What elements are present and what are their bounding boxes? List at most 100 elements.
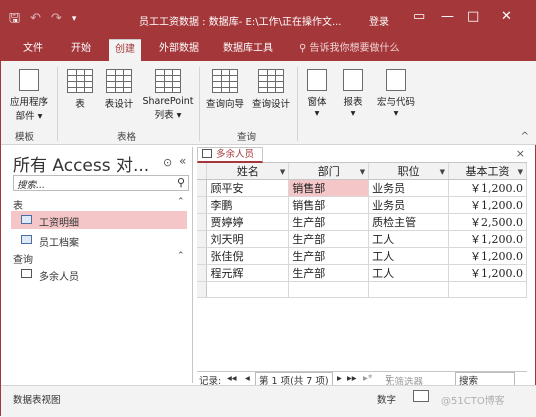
cell[interactable]: 生产部 (288, 264, 370, 282)
undo-icon[interactable]: ↶ (30, 12, 41, 26)
nav-menu-chevron-icon[interactable]: ⊙ (163, 156, 172, 169)
close-document-icon[interactable]: × (516, 147, 525, 160)
query-design-button[interactable]: 查询设计 (249, 69, 293, 110)
next-record-icon[interactable]: ▸ (337, 373, 342, 384)
cell[interactable] (206, 281, 290, 298)
row-selector[interactable] (197, 247, 208, 265)
datasheet-view-icon[interactable] (413, 390, 429, 402)
cell[interactable]: ￥1,200.0 (448, 196, 527, 214)
cell[interactable]: 业务员 (368, 196, 450, 214)
previous-record-icon[interactable]: ◂ (245, 373, 250, 384)
nav-title[interactable]: 所有 Access 对... (13, 151, 149, 176)
cell[interactable]: 质检主管 (368, 213, 450, 231)
sort-dropdown-icon[interactable]: ▼ (518, 168, 523, 176)
tell-me-box[interactable]: ⚲ 告诉我你想要做什么 (293, 39, 406, 61)
collapse-section-icon[interactable]: ⌃ (177, 251, 185, 261)
row-selector[interactable] (197, 213, 208, 231)
tab-external-data[interactable]: 外部数据 (153, 39, 205, 61)
sort-dropdown-icon[interactable]: ▼ (360, 168, 365, 176)
cell[interactable]: 工人 (368, 264, 450, 282)
qat-dropdown-icon[interactable]: ▾ (72, 12, 77, 26)
table-design-button[interactable]: 表设计 (99, 69, 139, 110)
collapse-ribbon-icon[interactable]: ^ (521, 131, 529, 142)
cell[interactable]: 生产部 (288, 213, 370, 231)
select-all-corner[interactable] (197, 163, 208, 180)
datasheet-table: 姓名 ▼ 部门 ▼ 职位 ▼ 基本工资 ▼ 顾平安 销售部 业务员 ￥1,200.0 李… (197, 163, 527, 298)
minimize-button[interactable]: — (441, 9, 454, 24)
cell[interactable]: 贾婷婷 (206, 213, 290, 231)
first-record-icon[interactable]: ◂◂ (227, 373, 237, 384)
report-button[interactable]: 报表 ▾ (337, 69, 369, 119)
cell[interactable]: 张佳倪 (206, 247, 290, 265)
column-header-department[interactable]: 部门 ▼ (288, 163, 370, 180)
cell[interactable]: ￥1,200.0 (448, 230, 527, 248)
cell[interactable]: 生产部 (288, 230, 370, 248)
maximize-button[interactable]: □ (467, 9, 479, 24)
save-icon[interactable]: 🖫 (9, 12, 20, 26)
sort-dropdown-icon[interactable]: ▼ (280, 168, 285, 176)
tab-file[interactable]: 文件 (17, 39, 49, 61)
table-row[interactable]: 顾平安 销售部 业务员 ￥1,200.0 (197, 179, 527, 197)
row-selector[interactable] (197, 230, 208, 248)
form-button[interactable]: 窗体 ▾ (301, 69, 333, 119)
cell[interactable]: 顾平安 (206, 179, 290, 197)
new-record-row[interactable] (197, 281, 527, 298)
cell[interactable]: ￥1,200.0 (448, 264, 527, 282)
nav-item-surplus-staff[interactable]: 多余人员 (11, 265, 187, 283)
tab-create[interactable]: 创建 (109, 39, 141, 61)
column-header-base-salary[interactable]: 基本工资 ▼ (448, 163, 527, 180)
nav-item-salary-details[interactable]: 工资明细 (11, 211, 187, 229)
watermark: @51CTO博客 (441, 396, 505, 407)
nav-section-queries[interactable]: 查询 ⌃ (13, 251, 189, 266)
row-selector[interactable] (197, 196, 208, 214)
nav-item-employee-records[interactable]: 员工档案 (11, 231, 187, 249)
query-wizard-button[interactable]: 查询向导 (203, 69, 247, 110)
sort-dropdown-icon[interactable]: ▼ (440, 168, 445, 176)
row-selector[interactable] (197, 281, 208, 298)
new-record-icon[interactable]: ▸* (363, 373, 373, 384)
nav-header[interactable]: 所有 Access 对... ⊙ « (13, 149, 193, 176)
cell[interactable]: 工人 (368, 230, 450, 248)
table-row[interactable]: 张佳倪 生产部 工人 ￥1,200.0 (197, 247, 527, 265)
cell[interactable] (448, 281, 527, 298)
cell[interactable]: 业务员 (368, 179, 450, 197)
last-record-icon[interactable]: ▸▸ (347, 373, 357, 384)
table-row[interactable]: 程元辉 生产部 工人 ￥1,200.0 (197, 264, 527, 282)
cell[interactable]: 生产部 (288, 247, 370, 265)
cell[interactable]: ￥2,500.0 (448, 213, 527, 231)
document-tab-surplus-staff[interactable]: 多余人员 (197, 147, 264, 163)
cell[interactable]: 刘天明 (206, 230, 290, 248)
ribbon-display-icon[interactable]: ▭ (413, 9, 425, 24)
tab-home[interactable]: 开始 (65, 39, 97, 61)
form-icon (307, 69, 327, 91)
table-row[interactable]: 刘天明 生产部 工人 ￥1,200.0 (197, 230, 527, 248)
redo-icon[interactable]: ↷ (51, 12, 62, 26)
cell[interactable]: ￥1,200.0 (448, 179, 527, 197)
nav-section-tables[interactable]: 表 ⌃ (13, 197, 189, 212)
sharepoint-list-button[interactable]: SharePoint 列表 ▾ (141, 69, 195, 121)
cell[interactable]: 李鹏 (206, 196, 290, 214)
cell[interactable]: 销售部 (288, 196, 370, 214)
tab-database-tools[interactable]: 数据库工具 (217, 39, 279, 61)
cell[interactable] (288, 281, 370, 298)
nav-search-input[interactable]: 搜索... ⚲ (13, 175, 189, 191)
table-button[interactable]: 表 (63, 69, 97, 110)
table-row[interactable]: 李鹏 销售部 业务员 ￥1,200.0 (197, 196, 527, 214)
app-parts-button[interactable]: 应用程序 部件 ▾ (5, 69, 53, 122)
macro-code-button[interactable]: 宏与代码 ▾ (373, 69, 419, 119)
cell[interactable]: 销售部 (288, 179, 370, 197)
row-selector[interactable] (197, 264, 208, 282)
column-header-name[interactable]: 姓名 ▼ (206, 163, 290, 180)
column-header-position[interactable]: 职位 ▼ (368, 163, 450, 180)
login-link[interactable]: 登录 (369, 13, 389, 28)
cell[interactable]: 程元辉 (206, 264, 290, 282)
cell[interactable]: 工人 (368, 247, 450, 265)
close-button[interactable]: ✕ (501, 9, 512, 24)
query-icon (202, 149, 212, 158)
collapse-section-icon[interactable]: ⌃ (177, 197, 185, 207)
table-row[interactable]: 贾婷婷 生产部 质检主管 ￥2,500.0 (197, 213, 527, 231)
shutter-bar-close-icon[interactable]: « (179, 154, 186, 168)
row-selector[interactable] (197, 179, 208, 197)
cell[interactable] (368, 281, 450, 298)
cell[interactable]: ￥1,200.0 (448, 247, 527, 265)
